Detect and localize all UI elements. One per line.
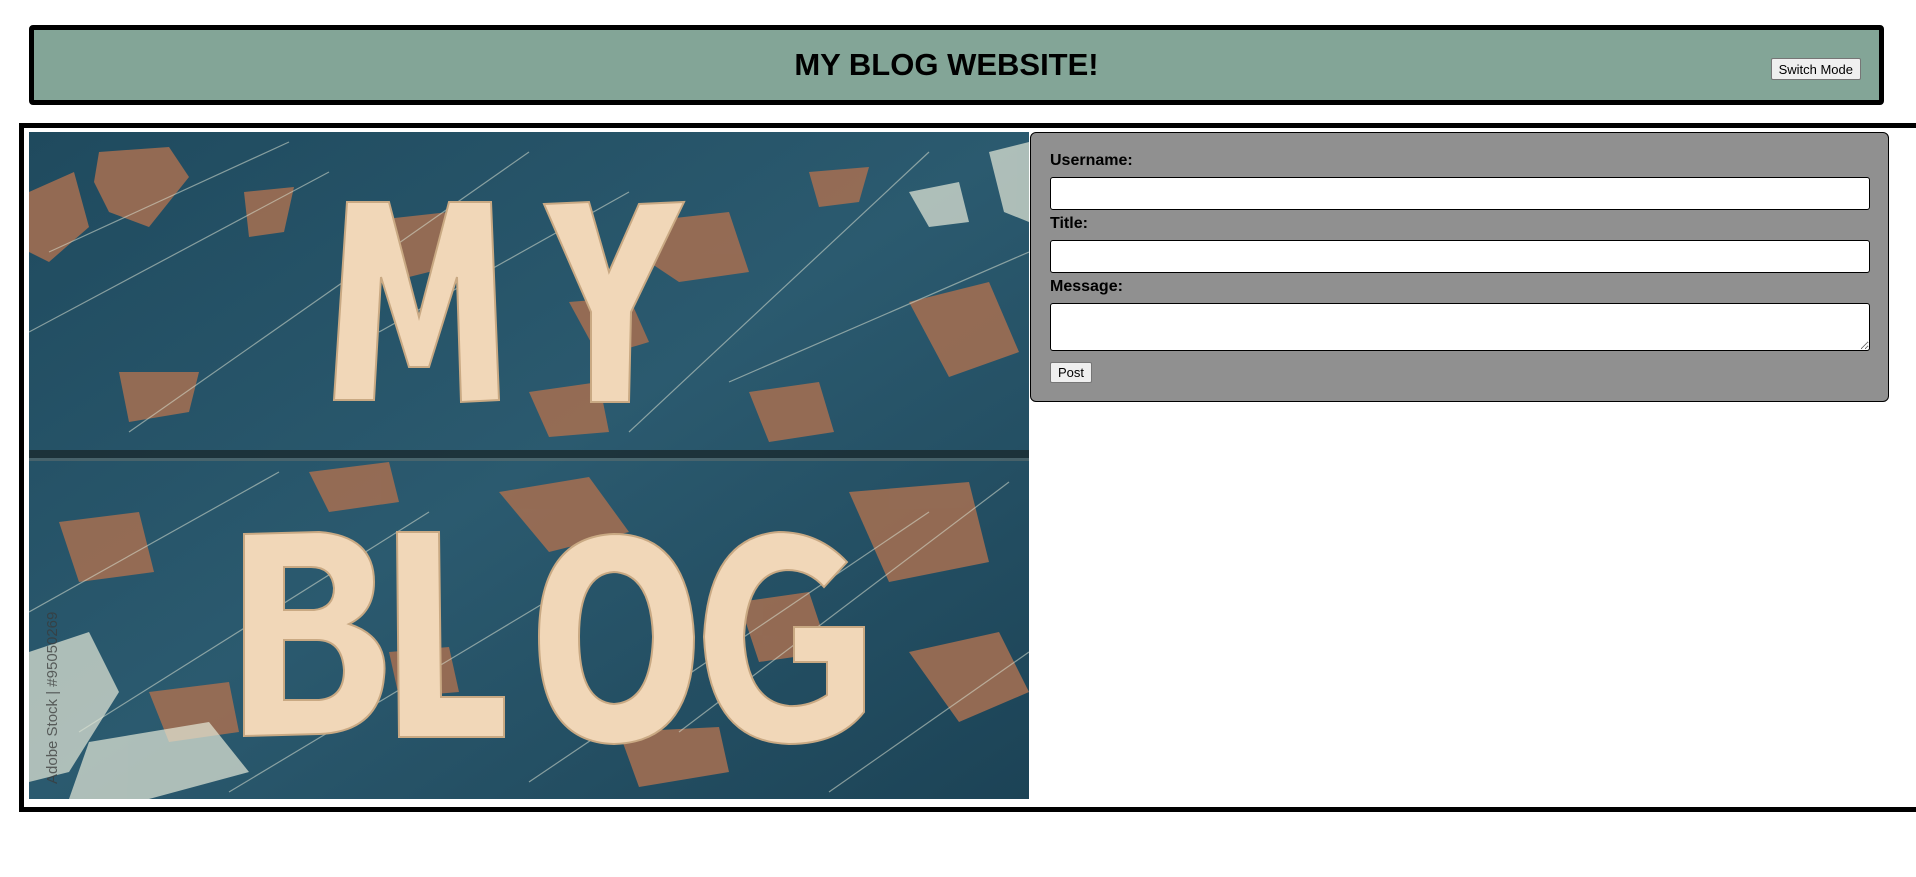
site-header: MY BLOG WEBSITE! Switch Mode (29, 25, 1884, 105)
post-form: Username: Title: Message: Post (1030, 132, 1889, 402)
hero-watermark: Adobe Stock | #95050269 (44, 612, 61, 784)
site-title: MY BLOG WEBSITE! (794, 47, 1099, 82)
username-label: Username: (1050, 152, 1133, 169)
message-textarea[interactable] (1050, 303, 1870, 351)
title-input[interactable] (1050, 240, 1870, 273)
switch-mode-button[interactable]: Switch Mode (1770, 58, 1861, 80)
message-label: Message: (1050, 278, 1123, 295)
blog-hero-image: Adobe Stock | #95050269 (29, 132, 1029, 799)
title-label: Title: (1050, 215, 1088, 232)
post-button[interactable]: Post (1050, 362, 1093, 383)
username-input[interactable] (1050, 177, 1870, 210)
